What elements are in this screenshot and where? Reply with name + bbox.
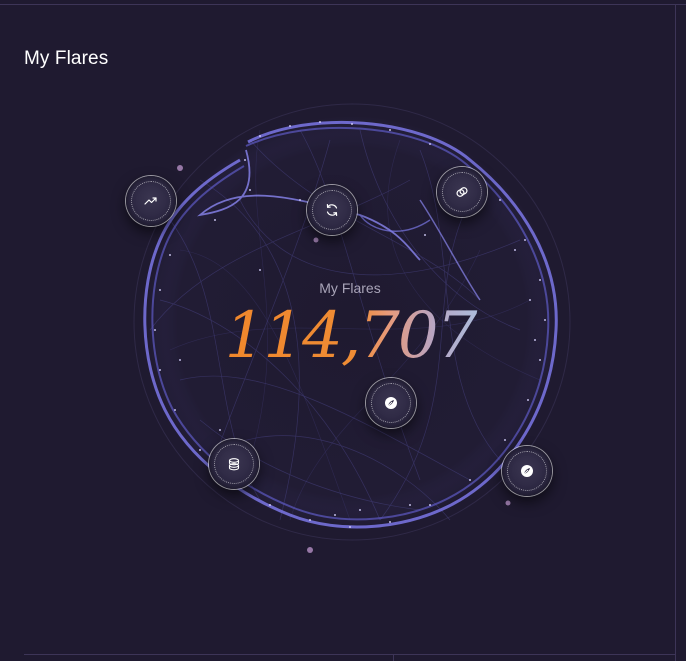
leaf-icon	[521, 465, 533, 477]
leaf-icon	[385, 397, 397, 409]
refresh-orb-button[interactable]	[307, 185, 357, 235]
refresh-icon	[326, 204, 338, 216]
flares-count: 114,707	[200, 304, 500, 368]
trending-up-icon	[144, 197, 157, 205]
trending-orb-button[interactable]	[126, 176, 176, 226]
flare-orb-button-2[interactable]	[502, 446, 552, 496]
flares-panel: My Flares My Flares 114,707	[0, 0, 686, 661]
coins-orb-button[interactable]	[209, 439, 259, 489]
link-orb-button[interactable]	[437, 167, 487, 217]
globe-label: My Flares	[319, 280, 381, 296]
coins-stack-icon	[228, 458, 240, 471]
flare-orb-button[interactable]	[366, 378, 416, 428]
link-icon	[456, 187, 468, 197]
